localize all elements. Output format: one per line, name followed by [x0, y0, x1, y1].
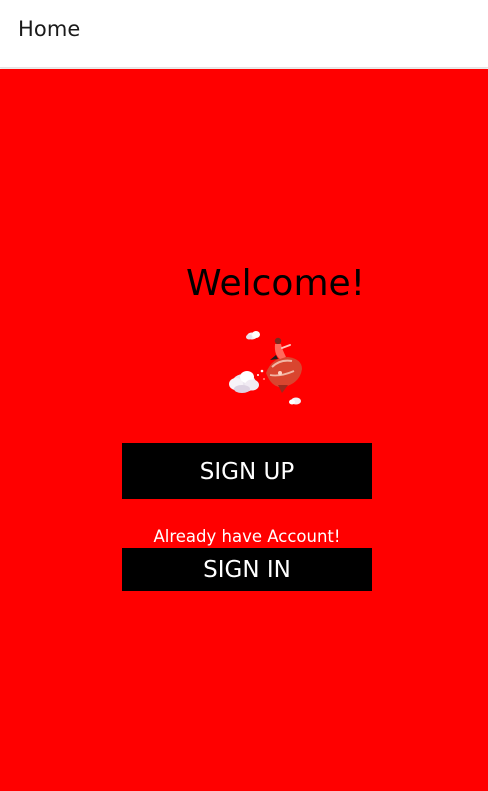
- sign-in-label: SIGN IN: [203, 556, 291, 583]
- rocket-rider-illustration: [229, 331, 302, 405]
- cloud-icon: [246, 331, 260, 340]
- main-panel: Welcome! SIGN UP Already have Account! S…: [0, 69, 488, 791]
- account-prompt-text: Already have Account!: [153, 527, 341, 546]
- sign-up-button[interactable]: SIGN UP: [122, 443, 372, 499]
- sign-up-label: SIGN UP: [199, 458, 295, 485]
- page-title: Home: [18, 17, 81, 41]
- rocket-icon: [257, 357, 302, 393]
- sign-in-button[interactable]: SIGN IN: [122, 548, 372, 591]
- welcome-title: Welcome!: [186, 263, 366, 304]
- cloud-icon: [289, 397, 301, 405]
- rider-icon: [270, 337, 291, 360]
- cloud-icon: [229, 371, 259, 393]
- app-header: Home: [0, 0, 488, 68]
